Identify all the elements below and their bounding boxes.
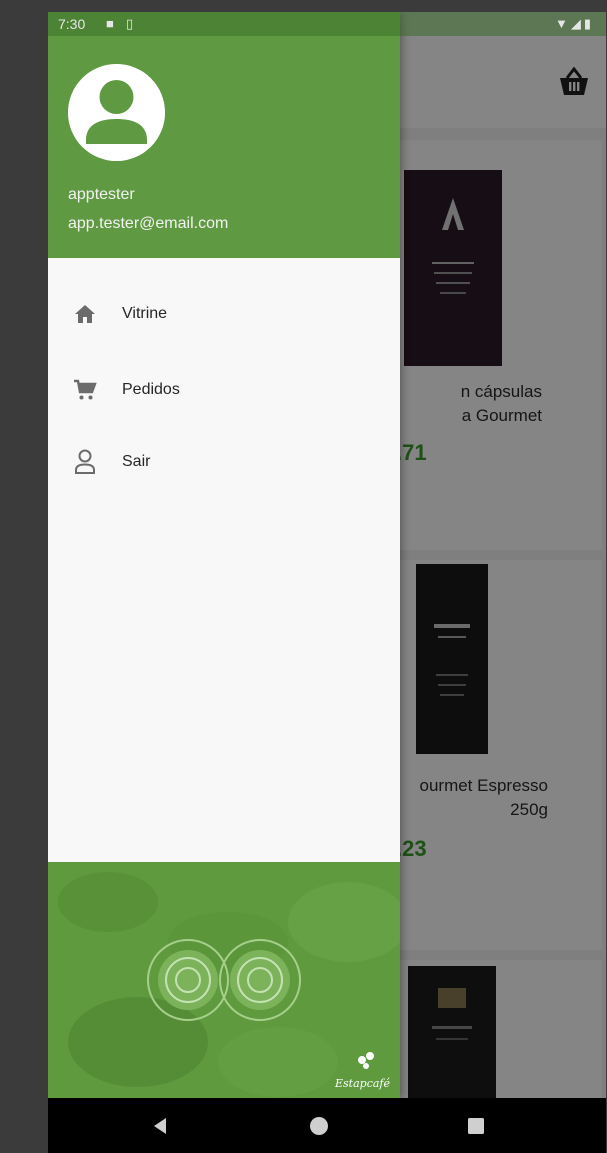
drawer-email: app.tester@email.com <box>68 215 229 232</box>
menu-item-label: Sair <box>122 453 151 470</box>
notification-icon: ■ <box>106 16 114 31</box>
signal-icon: ◢ <box>570 16 584 31</box>
recents-icon[interactable] <box>462 1112 490 1140</box>
phone-screen: n cápsulas a Gourmet .71 ourmet Espresso… <box>48 12 606 1153</box>
home-nav-icon[interactable] <box>305 1112 333 1140</box>
brand-logo: Estapcafé <box>335 1077 390 1090</box>
status-icons: ▼◢▮ <box>555 16 594 32</box>
cart-icon <box>72 377 98 403</box>
status-bar: 7:30 ■ ▯ ▼◢▮ <box>48 12 606 36</box>
back-icon[interactable] <box>146 1112 174 1140</box>
coffee-cups-illustration <box>48 862 400 1098</box>
drawer-username: apptester <box>68 186 135 203</box>
wifi-icon: ▼ <box>554 16 571 31</box>
status-time: 7:30 <box>58 16 86 32</box>
menu-item-sair[interactable]: Sair <box>48 426 400 498</box>
sim-icon: ▯ <box>126 16 134 31</box>
navigation-bar <box>48 1098 606 1153</box>
menu-item-label: Pedidos <box>122 381 180 398</box>
battery-icon: ▮ <box>583 16 594 31</box>
person-icon <box>72 449 98 475</box>
menu-item-vitrine[interactable]: Vitrine <box>48 278 400 350</box>
account-circle-icon <box>68 64 165 161</box>
avatar <box>68 64 165 161</box>
menu-item-pedidos[interactable]: Pedidos <box>48 354 400 426</box>
drawer-header: apptester app.tester@email.com <box>48 12 400 258</box>
navigation-drawer: apptester app.tester@email.com Vitrine P… <box>48 12 400 1098</box>
drawer-footer-banner: Estapcafé <box>48 862 400 1098</box>
home-icon <box>72 301 98 327</box>
menu-item-label: Vitrine <box>122 305 168 322</box>
